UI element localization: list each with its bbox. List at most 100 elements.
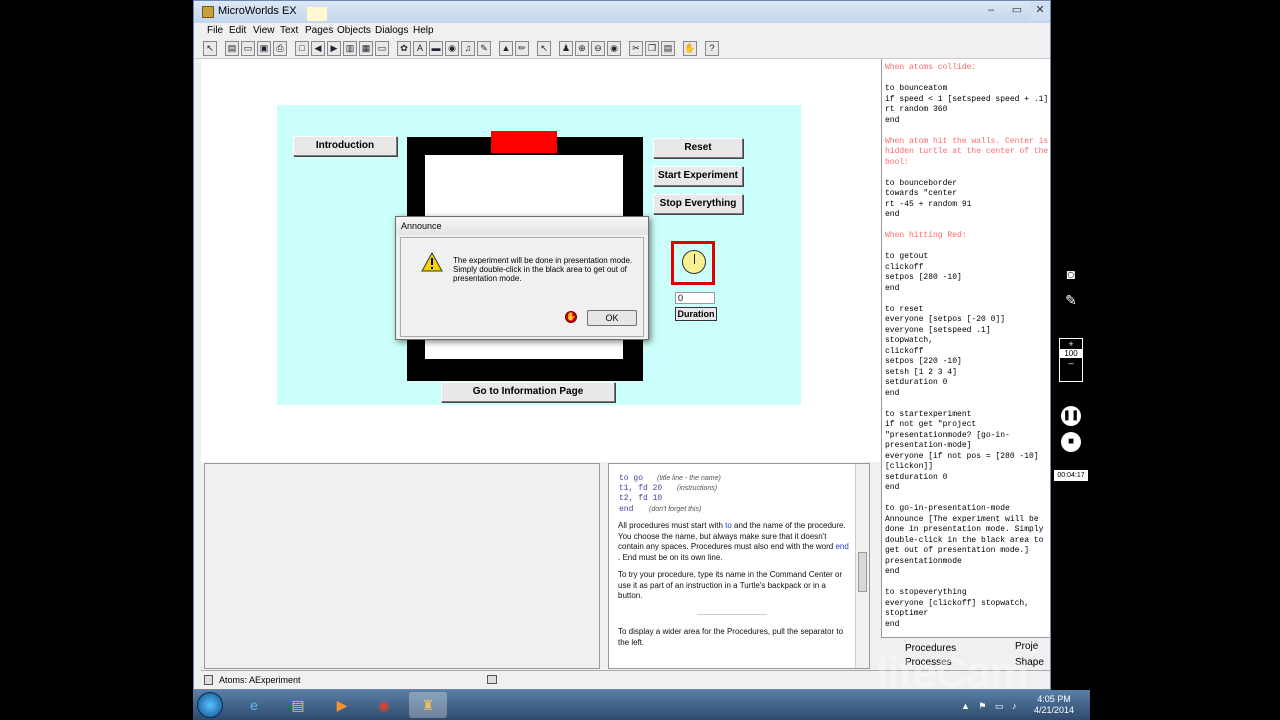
- media-player-icon[interactable]: ▶: [323, 692, 361, 718]
- procedure-code-line: rt -45 + random 91: [885, 199, 972, 209]
- help-pane: to go (title line - the name) t1, fd 20 …: [608, 463, 870, 669]
- stop-sign-icon[interactable]: ✋: [565, 311, 577, 323]
- copy-icon[interactable]: ❐: [645, 41, 659, 56]
- ok-button[interactable]: OK: [587, 310, 637, 326]
- system-tray-icons[interactable]: ▲ ⚑ ▭ ♪: [961, 701, 1019, 712]
- duration-button[interactable]: Duration: [675, 307, 717, 321]
- help-scroll-thumb[interactable]: [858, 552, 867, 592]
- menu-edit[interactable]: Edit: [229, 25, 246, 36]
- new-page-icon[interactable]: □: [295, 41, 309, 56]
- help-icon[interactable]: ?: [705, 41, 719, 56]
- procedure-code-line: to go-in-presentation-mode: [885, 504, 1010, 513]
- eye2-icon[interactable]: ◉: [607, 41, 621, 56]
- procedure-code-line: end: [885, 388, 900, 398]
- stamp-icon[interactable]: ♟: [559, 41, 573, 56]
- help-code-note: (don't forget this): [649, 506, 702, 513]
- menu-pages[interactable]: Pages: [305, 25, 333, 36]
- slider-icon[interactable]: ▬: [429, 41, 443, 56]
- stop-everything-button[interactable]: Stop Everything: [653, 194, 743, 214]
- clock-date: 4/21/2014: [1033, 705, 1075, 715]
- zoom-out-button[interactable]: –: [1060, 358, 1082, 368]
- reset-button[interactable]: Reset: [653, 138, 743, 158]
- procedure-code-line: setduration 0: [885, 472, 948, 482]
- stop-icon[interactable]: ✋: [683, 41, 697, 56]
- pencil-icon[interactable]: ✏: [515, 41, 529, 56]
- minimize-button[interactable]: –: [978, 2, 1004, 20]
- next-page-icon[interactable]: ▶: [327, 41, 341, 56]
- start-experiment-button[interactable]: Start Experiment: [653, 166, 743, 186]
- camera-icon[interactable]: ◙: [1061, 264, 1081, 284]
- start-button[interactable]: [197, 692, 223, 718]
- stopwatch[interactable]: [671, 241, 715, 285]
- music-icon[interactable]: ♫: [461, 41, 475, 56]
- arrow-icon[interactable]: ↖: [537, 41, 551, 56]
- procedure-code-line: [882, 494, 1050, 505]
- procedure-code-line: get out of presentation mode.]: [885, 546, 1030, 555]
- close-button[interactable]: ✕: [1030, 2, 1050, 20]
- procedure-code-line: stoptimer: [885, 609, 929, 618]
- zoom-control[interactable]: + 100 –: [1059, 338, 1083, 382]
- zoom-in-icon[interactable]: ⊕: [575, 41, 589, 56]
- procedures-pane[interactable]: When atoms collide: to bounceatom if speed…: [881, 59, 1050, 637]
- chrome-icon[interactable]: ◉: [365, 692, 403, 718]
- maximize-button[interactable]: ▭: [1004, 2, 1030, 20]
- command-center[interactable]: [204, 463, 600, 669]
- zoom-out-icon[interactable]: ⊖: [591, 41, 605, 56]
- paste-icon[interactable]: ▤: [661, 41, 675, 56]
- open-icon[interactable]: ▭: [241, 41, 255, 56]
- procedure-code-line: setpos [220 -10]: [885, 357, 962, 366]
- tool-icon[interactable]: ✎: [477, 41, 491, 56]
- pause-icon[interactable]: ❚❚: [1061, 406, 1081, 426]
- help-code-note: (instructions): [677, 485, 718, 492]
- text-box-icon[interactable]: ▭: [375, 41, 389, 56]
- grid-icon[interactable]: ▦: [359, 41, 373, 56]
- procedure-code-line: end: [885, 483, 900, 492]
- cut-icon[interactable]: ✂: [629, 41, 643, 56]
- text-icon[interactable]: A: [413, 41, 427, 56]
- microworlds-taskbar-icon[interactable]: ♜: [409, 692, 447, 718]
- procedure-comment-line: When hitting Red:: [885, 231, 967, 240]
- eye-icon[interactable]: ◉: [445, 41, 459, 56]
- paint-icon[interactable]: ▲: [499, 41, 513, 56]
- menu-file[interactable]: File: [207, 25, 223, 36]
- info-page-button[interactable]: Go to Information Page: [441, 382, 615, 402]
- help-scrollbar[interactable]: [855, 464, 869, 668]
- procedure-code-line: stopwatch,: [885, 336, 934, 345]
- announce-dialog: Announce The experiment will be done in …: [395, 216, 649, 340]
- watermark: liteCam: [876, 648, 1029, 697]
- introduction-button[interactable]: Introduction: [293, 136, 397, 156]
- procedure-code-line: everyone [if not pos = [280 -10]: [885, 451, 1039, 461]
- print-icon[interactable]: ⎙: [273, 41, 287, 56]
- title-bar[interactable]: MicroWorlds EX – ▭ ✕: [194, 1, 1050, 23]
- new-icon[interactable]: ▤: [225, 41, 239, 56]
- procedure-code-line: clickoff: [885, 346, 924, 356]
- menu-objects[interactable]: Objects: [337, 25, 371, 36]
- internet-explorer-icon[interactable]: e: [235, 692, 273, 718]
- procedure-comment-line: bool:: [885, 157, 910, 167]
- help-code-note: (title line - the name): [657, 475, 721, 482]
- procedure-code-line: [882, 578, 1050, 589]
- help-text: All procedures must start with: [618, 521, 726, 530]
- zoom-in-button[interactable]: +: [1060, 339, 1082, 349]
- pointer-icon[interactable]: ↖: [203, 41, 217, 56]
- turtle-icon[interactable]: ✿: [397, 41, 411, 56]
- procedure-code-line: double-click in the black area to: [885, 535, 1044, 545]
- procedure-comment-line: hidden turtle at the center of the: [885, 147, 1049, 156]
- status-page-icon[interactable]: [487, 675, 497, 684]
- stopwatch-icon: [682, 250, 706, 274]
- stop-record-icon[interactable]: ■: [1061, 432, 1081, 452]
- tray-clock[interactable]: 4:05 PM 4/21/2014: [1027, 694, 1081, 716]
- window-title: MicroWorlds EX: [218, 5, 297, 17]
- menu-dialogs[interactable]: Dialogs: [375, 25, 408, 36]
- page-icon[interactable]: ▥: [343, 41, 357, 56]
- pen-icon[interactable]: ✎: [1061, 290, 1081, 310]
- procedure-code-line: everyone [setspeed .1]: [885, 325, 991, 335]
- menu-help[interactable]: Help: [413, 25, 434, 36]
- file-explorer-icon[interactable]: ▤: [279, 692, 317, 718]
- title-blank-area: [307, 7, 327, 21]
- prev-page-icon[interactable]: ◀: [311, 41, 325, 56]
- menu-view[interactable]: View: [253, 25, 275, 36]
- procedure-code-line: end: [885, 210, 900, 219]
- menu-text[interactable]: Text: [280, 25, 298, 36]
- save-icon[interactable]: ▣: [257, 41, 271, 56]
